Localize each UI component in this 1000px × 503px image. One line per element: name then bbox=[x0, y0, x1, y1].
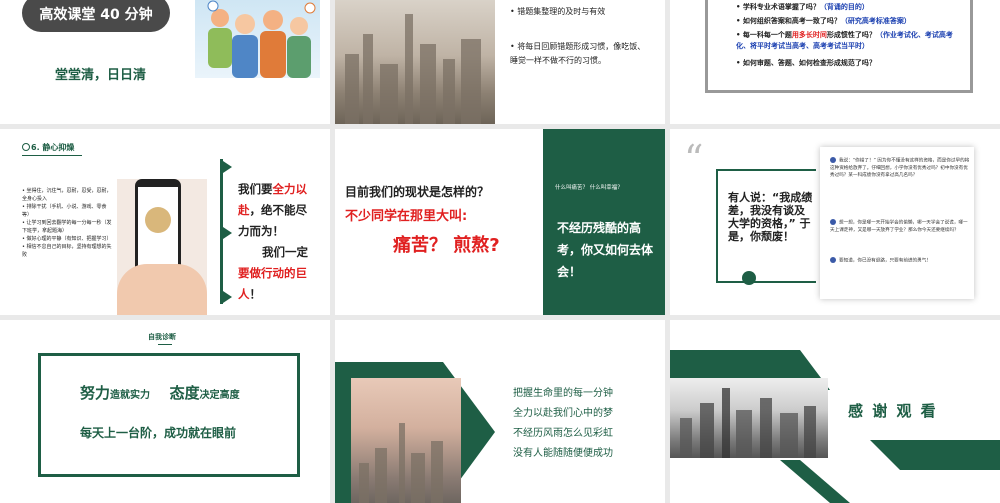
bullet-list: • 坐得住，沉住气，忍耐，忍受，忍耐，全身心投入 • 排除干扰（手机、小说、游戏… bbox=[22, 187, 112, 259]
slide-2-city[interactable]: • 错题集整理的及时与有效 • 将每日回顾错题形成习惯，像吃饭、睡觉一样不做不行… bbox=[335, 0, 665, 124]
arrow-icon bbox=[223, 227, 232, 239]
question-3: 痛苦？ 煎熬? bbox=[393, 235, 500, 256]
question-1: 目前我们的现状是怎样的？ bbox=[345, 185, 490, 199]
bullet-item: • 坐得住，沉住气，忍耐，忍受，忍耐，全身心投入 bbox=[22, 188, 112, 202]
heading-marker-icon bbox=[22, 143, 30, 151]
card-item-1: 我说：“你错了！” 因为你不懂没有这样的资格，而是你过早的将这种资格给放弃了。仔… bbox=[830, 157, 970, 178]
question-box: • 学科专业术语掌握了吗？（背诵的目的） • 如何组织答案和高考一致了吗？（研究… bbox=[705, 0, 973, 93]
message-card: 我说：“你错了！” 因为你不懂没有这样的资格，而是你过早的将这种资格给放弃了。仔… bbox=[820, 147, 974, 299]
bullet-1: • 错题集整理的及时与有效 bbox=[510, 7, 606, 16]
bullet-item: • 做好心理的平静（有知识、把握学习） bbox=[22, 236, 112, 242]
city-skyline-image bbox=[335, 0, 495, 124]
card-item-3: 要知道，你已没有退路，只要有前进的勇气！ bbox=[830, 257, 970, 265]
city-skyline-image bbox=[351, 378, 461, 503]
people-icon bbox=[207, 0, 316, 78]
title-underline bbox=[158, 344, 172, 345]
subtitle: 堂堂清，日日清 bbox=[55, 68, 147, 83]
dot-icon bbox=[830, 219, 836, 225]
line-2: 每天上一台阶，成功就在眼前 bbox=[80, 426, 237, 440]
phone-hand-image bbox=[117, 179, 207, 315]
slide-8-motto[interactable]: 把握生命里的每一分钟 全力以赴我们心中的梦 不经历风雨怎么见彩虹 没有人能随随便… bbox=[335, 320, 665, 503]
quote-mark-icon: “ bbox=[684, 137, 704, 181]
dot-icon bbox=[830, 157, 836, 163]
city-skyline-image bbox=[670, 378, 828, 458]
diagnosis-frame bbox=[38, 353, 300, 477]
people-illustration bbox=[195, 0, 320, 78]
slide-5-current-state[interactable]: 目前我们的现状是怎样的？ 不少同学在那里大叫: 痛苦？ 煎熬? 什么叫痛苦？ 什… bbox=[335, 129, 665, 315]
box-text: 有人说：“我成绩差，我没有谈及大学的资格，” 于是，你颓废！ bbox=[728, 191, 813, 243]
line-1: 努力造就实力 态度决定高度 bbox=[80, 384, 240, 402]
slide-7-self-diagnosis[interactable]: 自我诊断 努力造就实力 态度决定高度 每天上一台阶，成功就在眼前 bbox=[0, 320, 330, 503]
q-item-3: • 每一科每一个题用多长时间形成惯性了吗？（作业考试化、考试高考化、将平时考试当… bbox=[736, 31, 953, 50]
bullet-item: • 相信不怠自己的目标，坚持有理想的失败 bbox=[22, 244, 112, 258]
q-item-4: • 如何审题、答题、如何检查形成规范了吗？ bbox=[736, 59, 876, 67]
slide-6-no-excuse[interactable]: “ 有人说：“我成绩差，我没有谈及大学的资格，” 于是，你颓废！ 我说：“你错了… bbox=[670, 129, 1000, 315]
bullet-2: • 将每日回顾错题形成习惯，像吃饭、睡觉一样不做不行的习惯。 bbox=[510, 42, 646, 65]
motto-lines: 把握生命里的每一分钟 全力以赴我们心中的梦 不经历风雨怎么见彩虹 没有人能随随便… bbox=[513, 388, 613, 459]
bracket-dot-icon bbox=[742, 271, 756, 285]
q-item-2: • 如何组织答案和高考一致了吗？（研究高考标准答案） bbox=[736, 17, 911, 25]
slide-title: 自我诊断 bbox=[148, 333, 176, 341]
bullet-item: • 排除干扰（手机、小说、游戏、零食等） bbox=[22, 204, 107, 218]
section-heading: 6. 静心抑燥 bbox=[31, 143, 75, 152]
slide-9-thanks[interactable]: 感 谢 观 看 bbox=[670, 320, 1000, 503]
q-item-1: • 学科专业术语掌握了吗？（背诵的目的） bbox=[736, 3, 869, 11]
slide-4-calm[interactable]: 6. 静心抑燥 • 坐得住，沉住气，忍耐，忍受，忍耐，全身心投入 • 排除干扰（… bbox=[0, 129, 330, 315]
card-item-2: 想一想，你是哪一天开始学会的偷懒，哪一天学会了说谎，哪一天上课走神，又是哪一天放… bbox=[830, 219, 968, 233]
green-panel: 什么叫痛苦？ 什么叫幸福？ 不经历残酷的高考，你又如何去体会！ bbox=[543, 129, 665, 315]
thanks-text: 感 谢 观 看 bbox=[848, 402, 938, 420]
heading-line bbox=[22, 155, 82, 156]
slide-1-efficient-class[interactable]: 高效课堂 40 分钟 堂堂清，日日清 bbox=[0, 0, 330, 124]
arrow-icon bbox=[223, 291, 232, 303]
panel-main-text: 不经历残酷的高考，你又如何去体会！ bbox=[557, 221, 654, 279]
panel-top-text: 什么叫痛苦？ 什么叫幸福？ bbox=[555, 185, 623, 191]
dot-icon bbox=[830, 257, 836, 263]
slide-3-questions[interactable]: • 学科专业术语掌握了吗？（背诵的目的） • 如何组织答案和高考一致了吗？（研究… bbox=[670, 0, 1000, 124]
question-2: 不少同学在那里大叫: bbox=[345, 209, 468, 224]
title-pill-text: 高效课堂 40 分钟 bbox=[39, 7, 153, 23]
arrow-icon bbox=[223, 161, 232, 173]
quote-text: 我们要全力以 赴，绝不能尽 力而为！ 我们一定 要做行动的巨 人！ bbox=[238, 182, 308, 301]
bullet-item: • 让学习到回去翻学的每一分每一秒（发下班学，拿起题海） bbox=[22, 220, 112, 234]
